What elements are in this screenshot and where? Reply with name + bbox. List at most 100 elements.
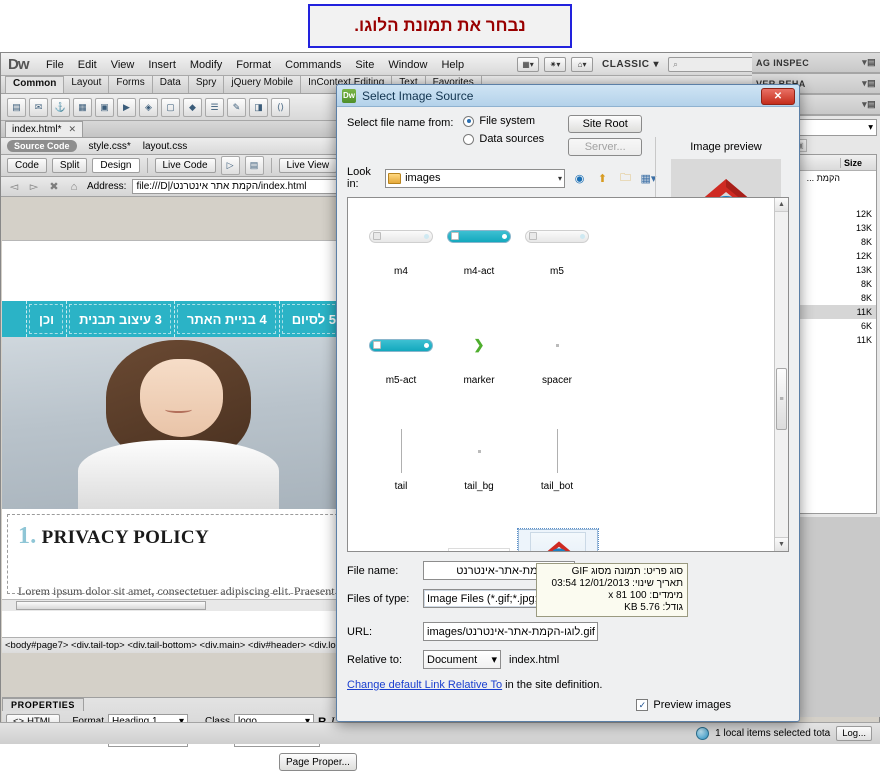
menu-file[interactable]: File [39, 57, 71, 73]
document-tab-index[interactable]: index.html* ✕ [5, 121, 84, 137]
menu-help[interactable]: Help [434, 57, 471, 73]
tab-spry[interactable]: Spry [189, 76, 225, 93]
panel-tag-inspector[interactable]: AG INSPEC ▾▤ [752, 52, 880, 73]
dialog-close-button[interactable]: ✕ [761, 88, 795, 105]
new-folder-icon[interactable]: 🗀 [617, 170, 634, 186]
panel-menu-icon[interactable]: ▾▤ [862, 99, 876, 110]
tag-selector[interactable]: <body#page7> <div.tail-top> <div.tail-bo… [2, 637, 348, 653]
related-file-style-css[interactable]: style.css* [89, 141, 131, 152]
split-view-button[interactable]: Split [51, 158, 88, 173]
server-button[interactable]: Server... [568, 138, 643, 156]
close-icon[interactable]: ✕ [68, 124, 76, 135]
radio-data-sources[interactable]: Data sources [463, 133, 544, 145]
tab-common[interactable]: Common [5, 76, 65, 93]
file-item-logo-selected[interactable]: לוגו-הקמת-אתר-אינטרנט [517, 528, 599, 551]
tab-forms[interactable]: Forms [109, 76, 153, 93]
scroll-up-icon[interactable]: ▲ [775, 198, 788, 212]
layout-switch-icon[interactable]: ▦▾ [517, 57, 540, 72]
form-icon[interactable]: ☰ [205, 97, 224, 117]
hero-photo [2, 337, 348, 509]
back-icon[interactable]: ◅ [7, 180, 21, 194]
change-default-link[interactable]: Change default Link Relative To [347, 679, 502, 691]
file-item-top[interactable]: top [440, 537, 518, 551]
tab-layout[interactable]: Layout [64, 76, 110, 93]
file-item-tail-bot[interactable]: tail_bot [518, 421, 596, 505]
extend-icon[interactable]: ✷▾ [544, 57, 567, 72]
nav-item-3[interactable]: 3 עיצוב תבנית [66, 301, 174, 337]
media-icon[interactable]: ▶ [117, 97, 136, 117]
back-icon[interactable]: ◉ [571, 170, 588, 186]
tab-jquery-mobile[interactable]: jQuery Mobile [224, 76, 302, 93]
nav-item-2[interactable]: וכן [26, 301, 66, 337]
related-file-source-code[interactable]: Source Code [7, 140, 77, 152]
anchor-icon[interactable]: ⚓ [51, 97, 70, 117]
site-setup-icon[interactable]: ⌂▾ [571, 57, 594, 72]
menu-commands[interactable]: Commands [278, 57, 348, 73]
widget-icon[interactable]: ◈ [139, 97, 158, 117]
canvas-horizontal-scrollbar[interactable] [2, 599, 348, 611]
file-item-m4-act[interactable]: m4-act [440, 206, 518, 290]
file-item-marker[interactable]: ❯ marker [440, 315, 518, 399]
live-code-button[interactable]: Live Code [154, 158, 216, 173]
menu-window[interactable]: Window [381, 57, 434, 73]
relative-to-select[interactable]: Document ▾ [423, 650, 501, 669]
url-row: URL: images/לוגו-הקמת-אתר-אינטרנט.gif [347, 622, 789, 641]
email-link-icon[interactable]: ✉ [29, 97, 48, 117]
scrollbar-thumb[interactable]: ≡ [776, 368, 787, 430]
url-input[interactable]: images/לוגו-הקמת-אתר-אינטרנט.gif [423, 622, 598, 641]
up-folder-icon[interactable]: ⬆ [594, 170, 611, 186]
thumbnail [362, 315, 440, 375]
forward-icon[interactable]: ▻ [27, 180, 41, 194]
preview-images-row[interactable]: ✓ Preview images [347, 699, 731, 711]
file-item-m5[interactable]: m5 [518, 206, 596, 290]
browser-vertical-scrollbar[interactable]: ▲ ≡ ▼ [774, 198, 788, 551]
script-icon[interactable]: ⟨⟩ [271, 97, 290, 117]
div-tag-icon[interactable]: ▢ [161, 97, 180, 117]
menu-view[interactable]: View [104, 57, 142, 73]
design-canvas: 5 לסיום 4 בניית האתר 3 עיצוב תבנית וכן 1… [2, 240, 348, 637]
live-view-button[interactable]: Live View [278, 158, 338, 173]
file-item-tail-bg[interactable]: tail_bg [440, 421, 518, 505]
hyperlink-icon[interactable]: ▤ [7, 97, 26, 117]
live-view-options-icon[interactable]: ▤ [244, 156, 264, 175]
comment-icon[interactable]: ✎ [227, 97, 246, 117]
nav-item-4[interactable]: 4 בניית האתר [173, 301, 279, 337]
scroll-down-icon[interactable]: ▼ [775, 537, 788, 551]
search-input[interactable]: ⌕ [667, 57, 758, 72]
code-view-button[interactable]: Code [7, 158, 47, 173]
properties-tab[interactable]: PROPERTIES [2, 698, 85, 711]
menu-insert[interactable]: Insert [141, 57, 183, 73]
menu-edit[interactable]: Edit [71, 57, 104, 73]
site-root-button[interactable]: Site Root [568, 115, 643, 133]
panel-menu-icon[interactable]: ▾▤ [862, 78, 876, 89]
look-in-select[interactable]: images ▾ [385, 168, 565, 188]
inspect-mode-icon[interactable]: ▷ [220, 156, 240, 175]
menu-format[interactable]: Format [229, 57, 278, 73]
file-item-spacer[interactable]: spacer [518, 315, 596, 399]
stop-icon[interactable]: ✖ [47, 180, 61, 194]
spry-icon[interactable]: ◆ [183, 97, 202, 117]
instruction-text: נבחר את תמונת הלוגו. [354, 16, 526, 35]
file-item-tail-top[interactable]: tail_top [362, 537, 440, 551]
panel-menu-icon[interactable]: ▾▤ [862, 57, 876, 68]
log-button[interactable]: Log... [836, 726, 872, 741]
radio-file-system[interactable]: File system [463, 115, 544, 127]
file-item-m4[interactable]: m4 [362, 206, 440, 290]
menu-modify[interactable]: Modify [183, 57, 229, 73]
page-properties-button[interactable]: Page Proper... [279, 753, 357, 771]
tab-data[interactable]: Data [153, 76, 189, 93]
design-view-button[interactable]: Design [92, 158, 140, 173]
workspace-switcher[interactable]: CLASSIC ▾ [598, 59, 663, 70]
preview-images-checkbox[interactable]: ✓ [636, 699, 649, 711]
file-browser[interactable]: m4 m4-act m5 m5-act ❯ marker spacer tail… [347, 197, 789, 552]
table-icon[interactable]: ▦ [73, 97, 92, 117]
menu-site[interactable]: Site [348, 57, 381, 73]
file-size: 13K [855, 223, 872, 233]
image-icon[interactable]: ▣ [95, 97, 114, 117]
file-item-m5-act[interactable]: m5-act [362, 315, 440, 399]
scrollbar-thumb[interactable] [16, 601, 206, 610]
file-item-tail[interactable]: tail [362, 421, 440, 505]
head-icon[interactable]: ◨ [249, 97, 268, 117]
home-icon[interactable]: ⌂ [67, 180, 81, 194]
related-file-layout-css[interactable]: layout.css [143, 141, 187, 152]
